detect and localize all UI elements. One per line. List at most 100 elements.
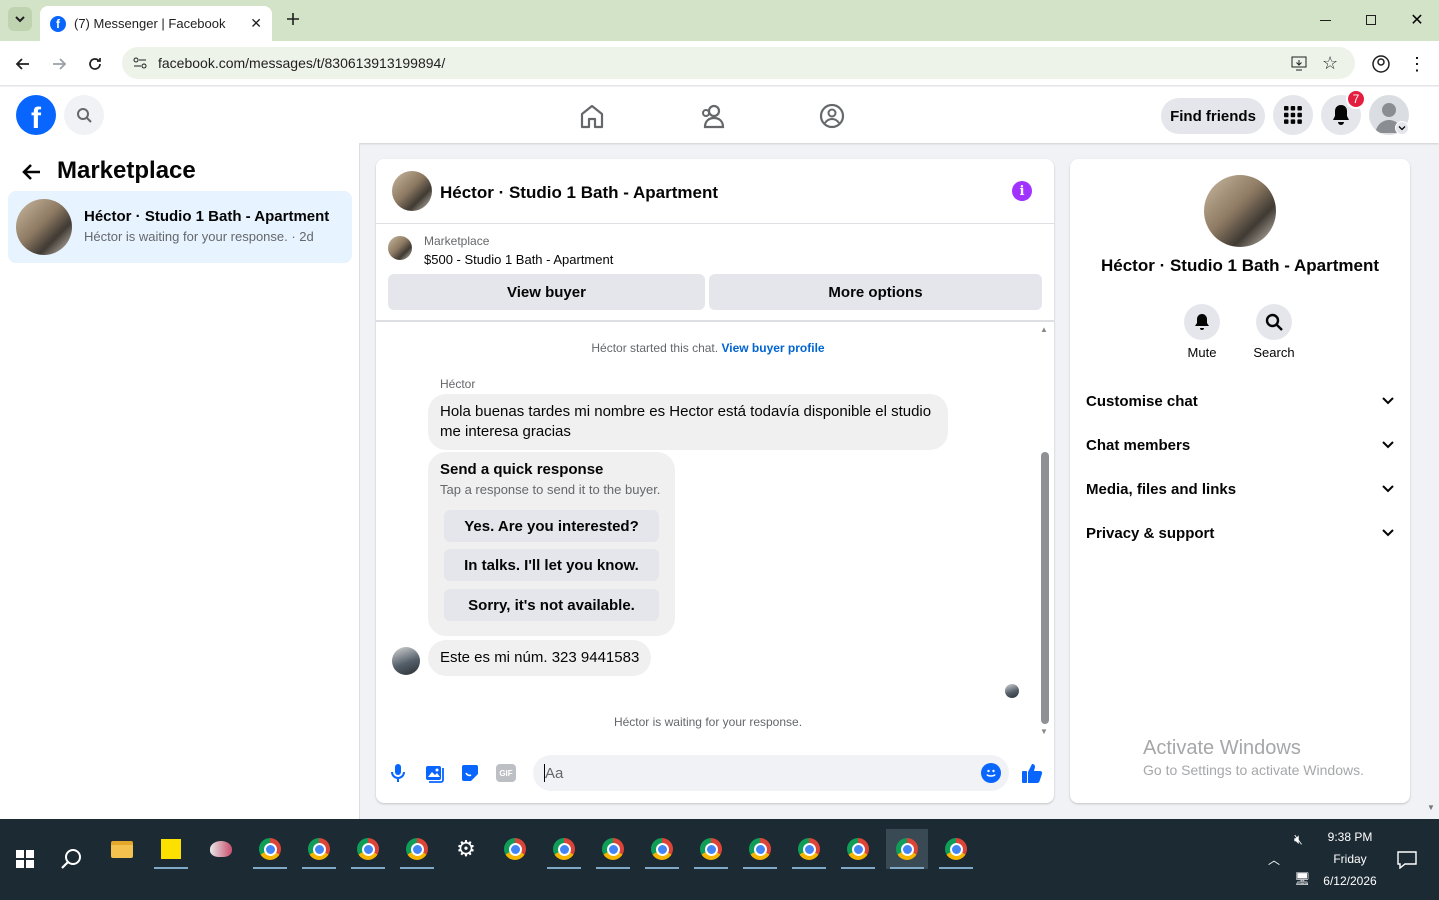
search-icon xyxy=(61,849,81,869)
scroll-up-arrow-icon[interactable]: ▲ xyxy=(1040,325,1048,334)
browser-tab-bar: f (7) Messenger | Facebook ✕ ✕ xyxy=(0,0,1439,41)
settings-taskbar-icon[interactable]: ⚙ xyxy=(445,829,487,869)
clock-date[interactable]: 6/12/2026 xyxy=(1310,874,1390,888)
chat-members-section[interactable]: Chat members xyxy=(1086,433,1394,457)
browser-tab[interactable]: f (7) Messenger | Facebook ✕ xyxy=(40,6,272,41)
notification-center-icon xyxy=(1397,851,1417,870)
show-hidden-icons-chevron-icon[interactable]: ︿ xyxy=(1268,851,1280,868)
taskbar-search-button[interactable] xyxy=(51,839,93,879)
voice-clip-button[interactable] xyxy=(390,763,406,786)
scrollbar[interactable]: ▲ ▼ xyxy=(1038,325,1050,739)
chrome-taskbar-icon[interactable] xyxy=(543,829,585,869)
profile-button[interactable] xyxy=(1369,52,1393,76)
search-icon xyxy=(77,108,92,123)
find-friends-button[interactable]: Find friends xyxy=(1161,98,1265,134)
chrome-taskbar-icon[interactable] xyxy=(298,829,340,869)
like-button[interactable] xyxy=(1021,762,1043,787)
back-button[interactable] xyxy=(22,163,42,184)
chat-avatar[interactable] xyxy=(392,171,432,211)
view-buyer-button[interactable]: View buyer xyxy=(388,274,705,310)
contact-avatar[interactable] xyxy=(1204,175,1276,247)
close-tab-icon[interactable]: ✕ xyxy=(250,15,262,32)
new-tab-button[interactable] xyxy=(282,8,304,30)
clock-time[interactable]: 9:38 PM xyxy=(1310,830,1390,844)
home-nav-button[interactable] xyxy=(578,103,606,132)
chrome-taskbar-icon[interactable] xyxy=(641,829,683,869)
chrome-taskbar-icon[interactable] xyxy=(347,829,389,869)
scroll-down-arrow-icon[interactable]: ▼ xyxy=(1040,727,1048,736)
message-bubble[interactable]: Hola buenas tardes mi nombre es Hector e… xyxy=(428,394,948,450)
browser-menu-button[interactable]: ⋮ xyxy=(1405,52,1429,76)
close-window-button[interactable]: ✕ xyxy=(1402,8,1432,32)
chrome-taskbar-icon-active[interactable] xyxy=(886,829,928,869)
search-button[interactable] xyxy=(64,95,104,135)
seen-indicator-avatar xyxy=(1005,684,1019,698)
waiting-notice: Héctor is waiting for your response. xyxy=(613,715,803,729)
sticker-button[interactable] xyxy=(460,763,480,786)
quick-response-not-available-button[interactable]: Sorry, it's not available. xyxy=(444,589,659,621)
tab-title: (7) Messenger | Facebook xyxy=(74,16,226,31)
snipping-tool-icon xyxy=(210,841,232,857)
network-icon[interactable]: 🖥︎ xyxy=(1294,871,1311,887)
listing-title[interactable]: $500 - Studio 1 Bath - Apartment xyxy=(424,252,613,267)
message-bubble[interactable]: Este es mi núm. 323 9441583 xyxy=(428,640,652,676)
media-files-links-section[interactable]: Media, files and links xyxy=(1086,477,1394,501)
quick-response-in-talks-button[interactable]: In talks. I'll let you know. xyxy=(444,549,659,581)
attach-photo-button[interactable] xyxy=(425,763,445,786)
search-in-chat-button[interactable] xyxy=(1256,304,1292,340)
scrollbar-thumb[interactable] xyxy=(1041,452,1049,724)
chrome-taskbar-icon[interactable] xyxy=(788,829,830,869)
menu-button[interactable] xyxy=(1273,95,1313,135)
page-scroll-down-icon[interactable]: ▼ xyxy=(1427,803,1435,812)
emoji-button[interactable] xyxy=(981,763,1001,783)
friends-nav-button[interactable] xyxy=(699,103,727,132)
customise-chat-section[interactable]: Customise chat xyxy=(1086,389,1394,413)
tab-search-button[interactable] xyxy=(8,7,32,31)
more-options-button[interactable]: More options xyxy=(709,274,1042,310)
minimize-button[interactable] xyxy=(1310,8,1340,32)
forward-button[interactable] xyxy=(47,52,71,76)
chrome-taskbar-icon[interactable] xyxy=(592,829,634,869)
install-app-icon[interactable] xyxy=(1290,54,1308,75)
account-chevron-icon[interactable] xyxy=(1395,121,1409,135)
chrome-taskbar-icon[interactable] xyxy=(494,829,536,869)
chrome-taskbar-icon[interactable] xyxy=(739,829,781,869)
back-button[interactable] xyxy=(11,52,35,76)
volume-muted-icon[interactable]: 🔇︎ xyxy=(1294,831,1303,848)
quick-response-yes-button[interactable]: Yes. Are you interested? xyxy=(444,510,659,542)
restore-button[interactable] xyxy=(1356,8,1386,32)
view-buyer-profile-link[interactable]: View buyer profile xyxy=(721,341,824,355)
omnibox[interactable]: facebook.com/messages/t/830613913199894/… xyxy=(122,47,1355,79)
chrome-taskbar-icon[interactable] xyxy=(690,829,732,869)
bookmark-star-icon[interactable]: ☆ xyxy=(1322,53,1338,74)
address-bar-row: facebook.com/messages/t/830613913199894/… xyxy=(0,41,1439,86)
privacy-support-section[interactable]: Privacy & support xyxy=(1086,521,1394,545)
snipping-tool-taskbar-icon[interactable] xyxy=(200,829,242,869)
chat-title[interactable]: Héctor · Studio 1 Bath - Apartment xyxy=(440,183,718,203)
chrome-taskbar-icon[interactable] xyxy=(249,829,291,869)
chrome-taskbar-icon[interactable] xyxy=(837,829,879,869)
mute-button[interactable] xyxy=(1184,304,1220,340)
chrome-icon xyxy=(259,838,281,860)
sticky-notes-taskbar-icon[interactable] xyxy=(150,829,192,869)
info-icon[interactable]: i xyxy=(1012,181,1032,201)
start-button[interactable] xyxy=(4,839,46,879)
groups-nav-button[interactable] xyxy=(818,102,846,133)
chat-panel: Héctor · Studio 1 Bath - Apartment i Mar… xyxy=(376,159,1054,803)
chrome-taskbar-icon[interactable] xyxy=(935,829,977,869)
chrome-taskbar-icon[interactable] xyxy=(396,829,438,869)
sender-avatar[interactable] xyxy=(392,647,420,675)
gif-button[interactable]: GIF xyxy=(496,764,516,782)
reload-button[interactable] xyxy=(83,52,107,76)
chrome-icon xyxy=(945,838,967,860)
file-explorer-taskbar-icon[interactable] xyxy=(101,829,143,869)
chrome-icon xyxy=(504,838,526,860)
message-input[interactable]: Aa xyxy=(533,755,1009,791)
windows-taskbar: ⚙ ︿ 🔇︎ 🖥︎ 9:38 PM Friday 6/12/2026 xyxy=(0,819,1439,900)
facebook-logo[interactable]: f xyxy=(16,95,56,135)
site-settings-icon[interactable] xyxy=(132,55,148,74)
action-center-button[interactable] xyxy=(1397,851,1417,872)
clock-day[interactable]: Friday xyxy=(1310,852,1390,866)
sender-name: Héctor xyxy=(440,377,476,391)
conversation-item[interactable]: Héctor · Studio 1 Bath - Apartment Hécto… xyxy=(8,191,352,263)
